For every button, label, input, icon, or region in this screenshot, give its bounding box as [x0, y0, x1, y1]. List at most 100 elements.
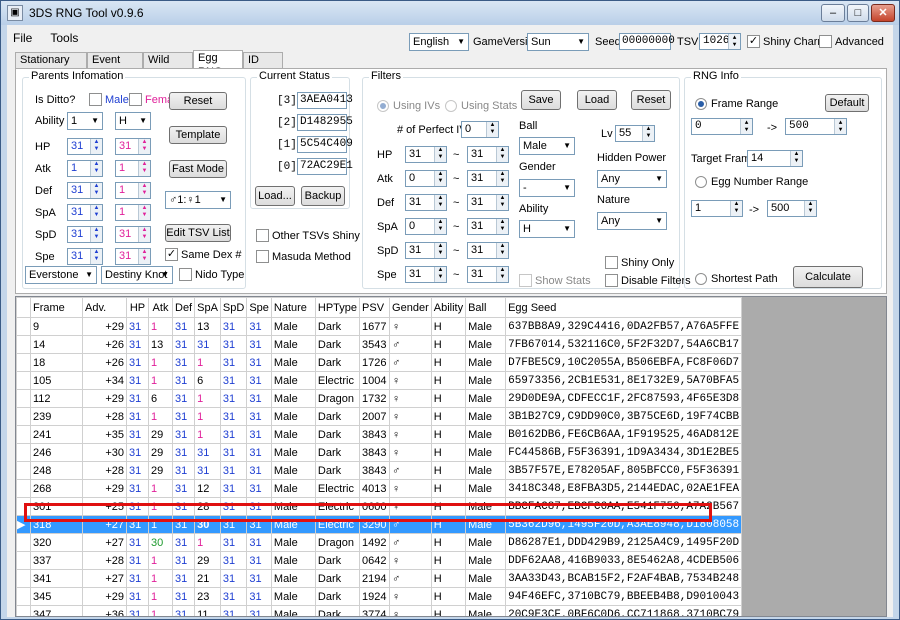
tab-id[interactable]: ID RNG	[243, 52, 283, 80]
shortest-path-radio[interactable]	[695, 273, 707, 285]
status-seed-input[interactable]: 5C54C409	[297, 136, 353, 153]
gameversion-select[interactable]: Sun	[527, 33, 589, 51]
male-iv-input[interactable]: 1 ▲ ▼	[67, 160, 103, 177]
table-row[interactable]: 320 +27 31 30 31 1 31 31 Male Dragon 1492 ♂ H Male D86…	[16, 533, 743, 552]
tab-egg[interactable]: Egg RNG	[193, 50, 243, 78]
iv-max-input[interactable]: 31 ▲ ▼	[467, 194, 509, 211]
iv-max-input[interactable]: 31 ▲ ▼	[467, 170, 509, 187]
filter-reset-button[interactable]: Reset	[631, 90, 671, 110]
female-item-select[interactable]: Destiny Knot	[101, 266, 173, 284]
nido-type-checkbox[interactable]	[179, 268, 192, 281]
iv-min-input[interactable]: 31 ▲ ▼	[405, 266, 447, 283]
table-row[interactable]: 9 +29 31 1 31 13 31 31 Male Dark 1677 ♀ H Male 637BB8A…	[16, 317, 743, 336]
maximize-button[interactable]: □	[847, 4, 869, 22]
female-ditto-checkbox[interactable]	[129, 93, 142, 106]
female-iv-input[interactable]: 31 ▲ ▼	[115, 248, 151, 265]
iv-max-input[interactable]: 31 ▲ ▼	[467, 146, 509, 163]
target-frame-input[interactable]: 14 ▲ ▼	[747, 150, 803, 167]
minimize-button[interactable]: –	[821, 4, 845, 22]
row-header[interactable]	[16, 461, 31, 480]
row-header[interactable]	[16, 605, 31, 616]
fast-mode-button[interactable]: Fast Mode	[169, 160, 227, 178]
table-row[interactable]: 14 +26 31 13 31 31 31 31 Male Dark 3543 ♂ H Male 7FB67…	[16, 335, 743, 354]
egg-to-input[interactable]: 500 ▲ ▼	[767, 200, 817, 217]
female-iv-input[interactable]: 31 ▲ ▼	[115, 138, 151, 155]
shiny-only-checkbox[interactable]	[605, 256, 618, 269]
row-header[interactable]	[16, 335, 31, 354]
column-header[interactable]: Gender	[389, 297, 432, 318]
row-header[interactable]	[16, 371, 31, 390]
female-iv-input[interactable]: 1 ▲ ▼	[115, 182, 151, 199]
iv-min-input[interactable]: 31 ▲ ▼	[405, 146, 447, 163]
ball-select[interactable]: Male	[519, 137, 575, 155]
table-row[interactable]: 105 +34 31 1 31 6 31 31 Male Electric 1004 ♀ H Male 65…	[16, 371, 743, 390]
female-iv-input[interactable]: 1 ▲ ▼	[115, 204, 151, 221]
table-row[interactable]: 248 +28 31 29 31 31 31 31 Male Dark 3843 ♂ H Male 3B57…	[16, 461, 743, 480]
male-item-select[interactable]: Everstone	[25, 266, 97, 284]
frame-range-radio[interactable]	[695, 98, 707, 110]
row-header[interactable]	[16, 425, 31, 444]
status-seed-input[interactable]: 72AC29E1	[297, 158, 353, 175]
hidden-power-select[interactable]: Any	[597, 170, 667, 188]
column-header[interactable]: Egg Seed	[505, 297, 743, 318]
table-row[interactable]: 337 +28 31 1 31 29 31 31 Male Dark 0642 ♀ H Male DDF62…	[16, 551, 743, 570]
table-row[interactable]: 239 +28 31 1 31 1 31 31 Male Dark 2007 ♀ H Male 3B1B27…	[16, 407, 743, 426]
iv-max-input[interactable]: 31 ▲ ▼	[467, 218, 509, 235]
status-seed-input[interactable]: D1482955	[297, 114, 353, 131]
filter-save-button[interactable]: Save	[521, 90, 561, 110]
other-tsv-checkbox[interactable]	[256, 229, 269, 242]
column-header[interactable]: PSV	[359, 297, 391, 318]
nature-select[interactable]: Any	[597, 212, 667, 230]
ability-filter-select[interactable]: H	[519, 220, 575, 238]
row-header[interactable]	[16, 389, 31, 408]
male-iv-input[interactable]: 31 ▲ ▼	[67, 204, 103, 221]
row-header[interactable]	[16, 533, 31, 552]
seed-input[interactable]: 00000000	[619, 33, 675, 50]
perfect-ivs-input[interactable]: 0 ▲ ▼	[461, 121, 499, 138]
column-header[interactable]: Frame	[30, 297, 83, 318]
using-stats-radio[interactable]	[445, 100, 457, 112]
column-header[interactable]: HP	[126, 297, 149, 318]
male-ability-select[interactable]: 1	[67, 112, 103, 130]
egg-number-radio[interactable]	[695, 176, 707, 188]
language-select[interactable]: English	[409, 33, 469, 51]
calculate-button[interactable]: Calculate	[793, 266, 863, 288]
egg-from-input[interactable]: 1 ▲ ▼	[691, 200, 743, 217]
edit-tsv-list-button[interactable]: Edit TSV List	[165, 224, 231, 242]
frame-to-input[interactable]: 500 ▲ ▼	[785, 118, 847, 135]
tsv-input[interactable]: 1026 ▲ ▼	[699, 33, 741, 50]
female-iv-input[interactable]: 31 ▲ ▼	[115, 226, 151, 243]
male-iv-input[interactable]: 31 ▲ ▼	[67, 182, 103, 199]
column-header[interactable]: SpA	[194, 297, 221, 318]
column-header[interactable]: Atk	[148, 297, 173, 318]
iv-max-input[interactable]: 31 ▲ ▼	[467, 266, 509, 283]
results-grid[interactable]: Frame Adv. HP Atk Def SpA SpD Spe Nature HPType PS…	[15, 296, 887, 617]
table-row[interactable]: 345 +29 31 1 31 23 31 31 Male Dark 1924 ♀ H Male 94F46…	[16, 587, 743, 606]
row-header[interactable]	[16, 569, 31, 588]
iv-min-input[interactable]: 0 ▲ ▼	[405, 218, 447, 235]
shiny-charm-checkbox[interactable]: ✓	[747, 35, 760, 48]
filter-load-button[interactable]: Load	[577, 90, 617, 110]
table-row[interactable]: ▶ 318 +27 31 1 31 30 31 31 Male Electric 3290 ♂ H Male…	[16, 515, 743, 534]
table-row[interactable]: 112 +29 31 6 31 1 31 31 Male Dragon 1732 ♀ H Male 29D0…	[16, 389, 743, 408]
masuda-checkbox[interactable]	[256, 250, 269, 263]
advanced-checkbox[interactable]	[819, 35, 832, 48]
using-ivs-radio[interactable]	[377, 100, 389, 112]
column-header[interactable]: Def	[171, 297, 196, 318]
male-iv-input[interactable]: 31 ▲ ▼	[67, 138, 103, 155]
column-header[interactable]: Nature	[270, 297, 316, 318]
lv-input[interactable]: 55 ▲ ▼	[615, 125, 655, 142]
same-dex-checkbox[interactable]: ✓	[165, 248, 178, 261]
table-row[interactable]: 301 +25 31 1 31 28 31 31 Male Electric 0600 ♀ H Male B…	[16, 497, 743, 516]
row-header[interactable]	[16, 407, 31, 426]
row-header[interactable]	[16, 587, 31, 606]
row-header[interactable]	[16, 497, 31, 516]
table-row[interactable]: 246 +30 31 29 31 31 31 31 Male Dark 3843 ♀ H Male FC44…	[16, 443, 743, 462]
female-iv-input[interactable]: 1 ▲ ▼	[115, 160, 151, 177]
row-header[interactable]	[16, 353, 31, 372]
table-row[interactable]: 18 +26 31 1 31 1 31 31 Male Dark 1726 ♂ H Male D7FBE5C…	[16, 353, 743, 372]
tab-event[interactable]: Event RNG	[87, 52, 143, 80]
menu-tools[interactable]: Tools	[50, 31, 78, 45]
iv-min-input[interactable]: 31 ▲ ▼	[405, 194, 447, 211]
gender-filter-select[interactable]: -	[519, 179, 575, 197]
